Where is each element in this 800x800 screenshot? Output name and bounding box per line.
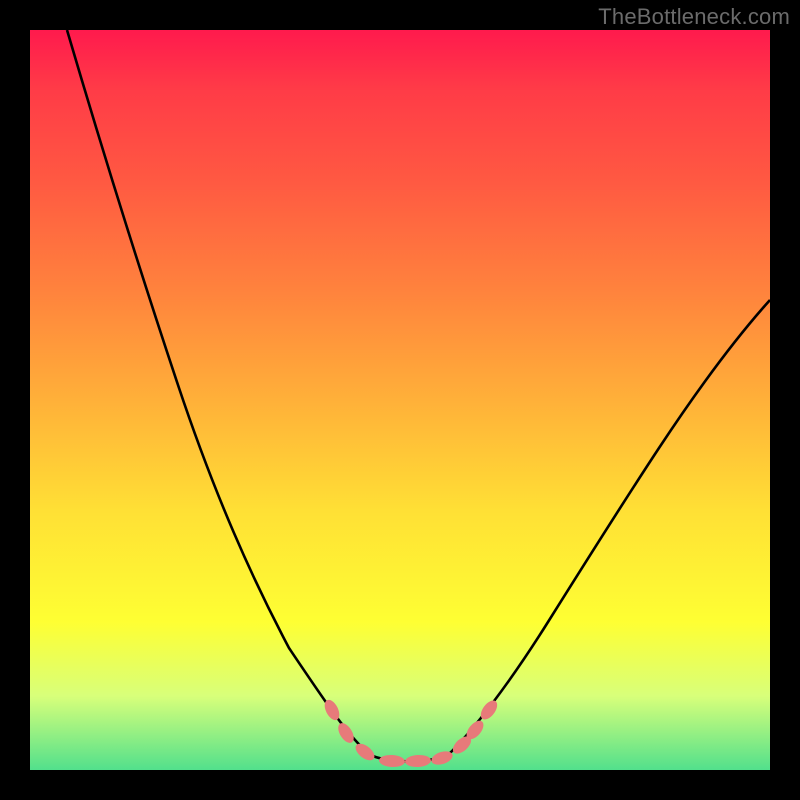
plot-gradient-area <box>30 30 770 770</box>
curve-left-branch <box>67 30 370 755</box>
bead <box>405 754 432 767</box>
bead-group <box>322 697 501 767</box>
curve-right-branch <box>448 300 770 755</box>
chart-frame: TheBottleneck.com <box>0 0 800 800</box>
watermark-text: TheBottleneck.com <box>598 4 790 30</box>
bead <box>335 720 357 745</box>
bead <box>379 754 406 767</box>
curve-svg <box>30 30 770 770</box>
bead <box>353 740 378 763</box>
